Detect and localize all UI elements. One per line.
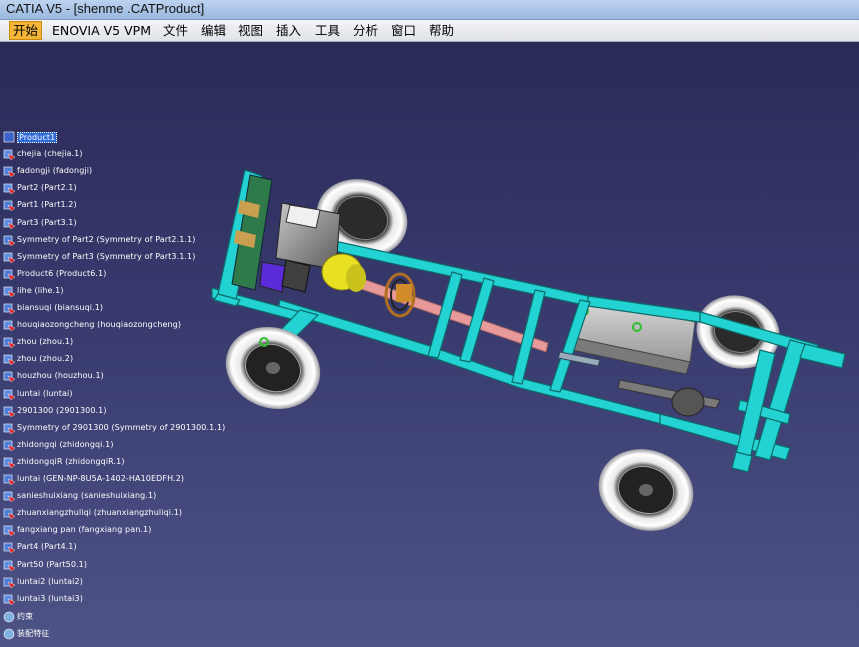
menu-analysis[interactable]: 分析 bbox=[350, 22, 381, 39]
3d-viewport[interactable]: Product1 chejia (chejia.1) fadongji (fadon… bbox=[0, 42, 859, 647]
part-icon bbox=[3, 286, 16, 298]
part-icon bbox=[3, 166, 16, 178]
tree-node-label: sanieshuixiang (sanieshuixiang.1) bbox=[17, 491, 157, 500]
tree-root-label: Product1 bbox=[17, 132, 58, 143]
part-icon bbox=[3, 508, 16, 520]
part-icon bbox=[3, 183, 16, 195]
menu-start[interactable]: 开始 bbox=[9, 21, 43, 40]
menu-bar: 开始 ENOVIA V5 VPM 文件 编辑 视图 插入 工具 分析 窗口 帮助 bbox=[0, 20, 859, 42]
tree-node-label: biansuqi (biansuqi.1) bbox=[17, 303, 104, 312]
tree-node-label: 2901300 (2901300.1) bbox=[17, 406, 107, 415]
part-icon bbox=[3, 594, 16, 606]
tree-node-label: zhidongqi (zhidongqi.1) bbox=[17, 440, 114, 449]
part-icon bbox=[3, 560, 16, 572]
tree-node-label: lihe (lihe.1) bbox=[17, 286, 64, 295]
tree-node-label: Part1 (Part1.2) bbox=[17, 200, 77, 209]
part-icon bbox=[3, 406, 16, 418]
tree-node-label: fadongji (fadongji) bbox=[17, 166, 93, 175]
tree-node-label: luntai (luntai) bbox=[17, 389, 73, 398]
part-icon bbox=[3, 218, 16, 230]
constraint-icon bbox=[3, 611, 15, 623]
part-icon bbox=[3, 337, 16, 349]
tree-node-label: zhou (zhou.2) bbox=[17, 354, 74, 363]
tree-node-label: luntai2 (luntai2) bbox=[17, 577, 83, 586]
tree-node-label: Part3 (Part3.1) bbox=[17, 218, 77, 227]
tree-node-label: houqiaozongcheng (houqiaozongcheng) bbox=[17, 320, 182, 329]
wheel-rear-left bbox=[598, 449, 694, 531]
part-icon bbox=[3, 200, 16, 212]
part-icon bbox=[3, 423, 16, 435]
part-icon bbox=[3, 542, 16, 554]
part-icon bbox=[3, 440, 16, 452]
tree-node-label: Part50 (Part50.1) bbox=[17, 560, 88, 569]
menu-enovia[interactable]: ENOVIA V5 VPM bbox=[49, 22, 154, 39]
menu-tools[interactable]: 工具 bbox=[312, 22, 343, 39]
part-icon bbox=[3, 474, 16, 486]
menu-window[interactable]: 窗口 bbox=[388, 22, 419, 39]
part-icon bbox=[3, 457, 16, 469]
menu-help[interactable]: 帮助 bbox=[426, 22, 457, 39]
part-icon bbox=[3, 252, 16, 264]
part-icon bbox=[3, 303, 16, 315]
tree-footer-label: 装配特征 bbox=[17, 629, 50, 638]
tree-node-label: zhuanxiangzhuliqi (zhuanxiangzhuliqi.1) bbox=[17, 508, 183, 517]
tree-footer-label: 约束 bbox=[17, 612, 34, 621]
tree-node-label: fangxiang pan (fangxiang pan.1) bbox=[17, 525, 152, 534]
tree-node-label: luntai (GEN-NP-8U5A-1402-HA10EDFH.2) bbox=[17, 474, 185, 483]
part-icon bbox=[3, 320, 16, 332]
tree-node-label: houzhou (houzhou.1) bbox=[17, 371, 104, 380]
part-icon bbox=[3, 149, 16, 161]
tree-node-label: Symmetry of Part2 (Symmetry of Part2.1.1… bbox=[17, 235, 196, 244]
tree-node-label: Product6 (Product6.1) bbox=[17, 269, 107, 278]
part-icon bbox=[3, 577, 16, 589]
tree-node-label: Symmetry of Part3 (Symmetry of Part3.1.1… bbox=[17, 252, 196, 261]
menu-view[interactable]: 视图 bbox=[235, 22, 266, 39]
menu-insert[interactable]: 插入 bbox=[273, 22, 304, 39]
part-icon bbox=[3, 269, 16, 281]
part-icon bbox=[3, 235, 16, 247]
tree-node-label: luntai3 (luntai3) bbox=[17, 594, 83, 603]
part-icon bbox=[3, 389, 16, 401]
menu-edit[interactable]: 编辑 bbox=[198, 22, 229, 39]
tree-node-label: Part2 (Part2.1) bbox=[17, 183, 77, 192]
part-icon bbox=[3, 491, 16, 503]
tree-node-label: zhou (zhou.1) bbox=[17, 337, 74, 346]
tree-node-label: zhidongqiR (zhidongqiR.1) bbox=[17, 457, 125, 466]
tree-node-label: Part4 (Part4.1) bbox=[17, 542, 77, 551]
part-icon bbox=[3, 371, 16, 383]
tree-node-label: Symmetry of 2901300 (Symmetry of 2901300… bbox=[17, 423, 226, 432]
steering-wheel bbox=[384, 272, 416, 318]
tree-node-label: chejia (chejia.1) bbox=[17, 149, 83, 158]
menu-file[interactable]: 文件 bbox=[160, 22, 191, 39]
part-icon bbox=[3, 525, 16, 537]
product-icon bbox=[3, 131, 15, 143]
specification-tree: Product1 chejia (chejia.1) fadongji (fadon… bbox=[0, 130, 240, 647]
title-bar: CATIA V5 - [shenme .CATProduct] bbox=[0, 0, 859, 20]
window-title: CATIA V5 - [shenme .CATProduct] bbox=[6, 1, 205, 16]
assembly-feature-icon bbox=[3, 628, 15, 640]
part-icon bbox=[3, 354, 16, 366]
